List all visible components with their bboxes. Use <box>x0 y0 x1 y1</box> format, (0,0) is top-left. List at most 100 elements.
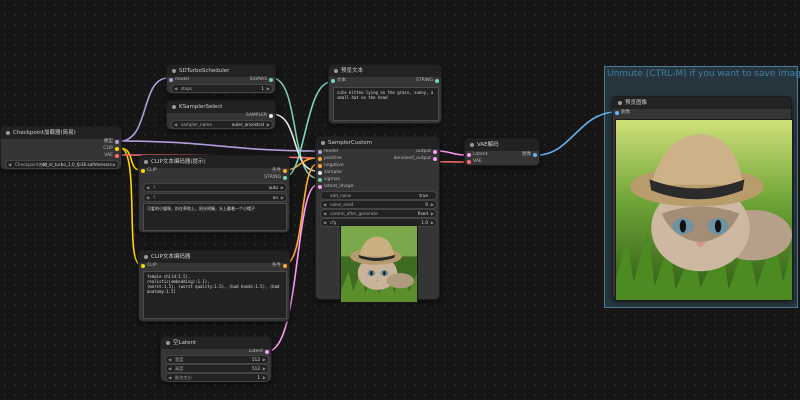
steps-widget[interactable]: ◀ steps 1 ▶ <box>171 84 273 93</box>
vae-dot-icon <box>467 160 471 164</box>
preview-image <box>615 119 793 301</box>
preview-text-node[interactable]: 预览文本 文本 STRING cute kitten lying on the … <box>328 64 442 124</box>
vae-dot-icon <box>115 154 119 158</box>
conditioning-dot-icon <box>318 157 322 161</box>
width-widget[interactable]: ◀ 宽度 512 ▶ <box>165 355 269 364</box>
add-noise-toggle[interactable]: add_noise true <box>320 191 437 200</box>
sampler-preview-image <box>340 225 418 303</box>
arrow-left-icon: ◀ <box>146 195 150 200</box>
clip-text-encode-node-1[interactable]: CLIP文本编码器(提示) CLIP 条件 STRING ◀ ? auto ▶ … <box>138 155 290 233</box>
arrow-right-icon: ▶ <box>262 357 266 362</box>
clip-text-encode-node-2[interactable]: CLIP文本编码器 CLIP 条件 female child:1.5), rea… <box>138 250 290 322</box>
ckpt-name-combo[interactable]: ◀ Checkpoint名称 sd_xl_turbo_1.0_fp16.safe… <box>5 160 119 169</box>
input-text[interactable]: 文本 <box>329 78 346 84</box>
arrow-right-icon: ▶ <box>280 185 284 190</box>
input-vae[interactable]: VAE <box>465 159 482 165</box>
arrow-right-icon: ▶ <box>430 220 434 225</box>
node-title: SamplerCustom <box>316 137 439 149</box>
arrow-left-icon: ◀ <box>168 366 172 371</box>
latent-dot-icon <box>265 350 269 354</box>
arrow-left-icon: ◀ <box>323 220 327 225</box>
arrow-right-icon: ▶ <box>430 202 434 207</box>
output-conditioning[interactable]: 条件 <box>272 263 289 269</box>
arrow-left-icon: ◀ <box>8 162 12 167</box>
vae-decode-node[interactable]: VAE解码 Latent VAE 图像 <box>464 138 540 166</box>
node-title: SDTurboScheduler <box>167 65 275 77</box>
model-dot-icon <box>169 78 173 82</box>
input-negative[interactable]: negative <box>316 163 344 169</box>
output-conditioning[interactable]: 条件 <box>272 168 289 174</box>
arrow-left-icon: ◀ <box>323 211 327 216</box>
sd-turbo-scheduler-node[interactable]: SDTurboScheduler model SIGMAS ◀ steps 1 … <box>166 64 276 94</box>
string-dot-icon <box>435 79 439 83</box>
input-latent[interactable]: Latent <box>465 152 487 158</box>
input-model[interactable]: model <box>316 149 338 155</box>
wire-model-to-sampler <box>119 140 318 152</box>
sampler-name-combo[interactable]: ◀ sampler_name euler_ancestral ▶ <box>171 120 273 129</box>
output-vae[interactable]: VAE <box>104 153 121 159</box>
latent-dot-icon <box>467 153 471 157</box>
input-model[interactable]: model <box>167 77 189 83</box>
arrow-left-icon: ◀ <box>174 122 178 127</box>
batch-size-widget[interactable]: ◀ 批次大小 1 ▶ <box>165 373 269 382</box>
empty-latent-node[interactable]: 空Latent Latent ◀ 宽度 512 ▶ ◀ 高度 512 ▶ ◀ 批… <box>160 336 272 382</box>
preview-text-area[interactable]: cute kitten lying on the grass, sunny, a… <box>333 87 439 121</box>
checkpoint-loader-node[interactable]: Checkpoint加载器(简易) 模型 CLIP VAE ◀ Checkpoi… <box>0 126 122 170</box>
wire-model-to-scheduler <box>119 77 169 142</box>
clip-dot-icon <box>141 264 145 268</box>
latent-dot-icon <box>433 150 437 154</box>
latent-dot-icon <box>318 185 322 189</box>
negative-prompt-text-area[interactable]: female child:1.5), realistic(embedding):… <box>143 271 287 319</box>
control-after-generate-combo[interactable]: ◀ control_after_generate fixed ▶ <box>320 209 437 218</box>
sampler-dot-icon <box>318 171 322 175</box>
node-title: Checkpoint加载器(简易) <box>1 127 121 139</box>
arrow-right-icon: ▶ <box>262 375 266 380</box>
arrow-left-icon: ◀ <box>146 185 150 190</box>
conditioning-dot-icon <box>318 164 322 168</box>
output-denoised[interactable]: denoised_output <box>393 156 439 162</box>
sampler-custom-node[interactable]: SamplerCustom model positive negative sa… <box>315 136 440 303</box>
node-title: VAE解码 <box>465 139 539 151</box>
input-sampler[interactable]: sampler <box>316 170 342 176</box>
node-title: 空Latent <box>161 337 271 349</box>
input-clip[interactable]: CLIP <box>139 263 157 269</box>
conditioning-dot-icon <box>283 264 287 268</box>
input-image[interactable]: 图像 <box>613 110 630 116</box>
output-sampler[interactable]: SAMPLER <box>246 113 275 119</box>
group-title: Unmute (CTRL-M) if you want to save imag… <box>607 69 800 79</box>
arrow-right-icon: ▶ <box>280 195 284 200</box>
height-widget[interactable]: ◀ 高度 512 ▶ <box>165 364 269 373</box>
string-dot-icon <box>283 176 287 180</box>
widget-2[interactable]: ◀ ? on ▶ <box>143 193 287 202</box>
arrow-right-icon: ▶ <box>112 162 116 167</box>
preview-image-node[interactable]: 预览图像 图像 <box>612 96 793 301</box>
string-dot-icon <box>331 79 335 83</box>
arrow-left-icon: ◀ <box>323 202 327 207</box>
clip-dot-icon <box>115 147 119 151</box>
input-sigmas[interactable]: sigmas <box>316 177 340 183</box>
output-output[interactable]: output <box>416 149 439 155</box>
output-string[interactable]: STRING <box>416 78 441 84</box>
input-clip[interactable]: CLIP <box>139 168 157 174</box>
output-image[interactable]: 图像 <box>522 152 539 158</box>
arrow-right-icon: ▶ <box>430 211 434 216</box>
node-title: KSamplerSelect <box>167 101 275 113</box>
sigmas-dot-icon <box>269 78 273 82</box>
input-positive[interactable]: positive <box>316 156 342 162</box>
wire-sampler-to-decode <box>437 150 467 156</box>
widget-1[interactable]: ◀ ? auto ▶ <box>143 183 287 192</box>
node-title: 预览图像 <box>613 97 791 109</box>
noise-seed-widget[interactable]: ◀ noise_seed 0 ▶ <box>320 200 437 209</box>
ksampler-select-node[interactable]: KSamplerSelect SAMPLER ◀ sampler_name eu… <box>166 100 276 130</box>
clip-dot-icon <box>141 169 145 173</box>
output-clip[interactable]: CLIP <box>103 146 121 152</box>
sampler-dot-icon <box>269 114 273 118</box>
node-title: CLIP文本编码器(提示) <box>139 156 289 168</box>
output-sigmas[interactable]: SIGMAS <box>250 77 276 83</box>
prompt-text-area[interactable]: 可爱的小猫咪，趴在草地上，阳光明媚，头上戴着一个小帽子 <box>143 203 287 231</box>
image-dot-icon <box>615 111 619 115</box>
model-dot-icon <box>115 140 119 144</box>
output-model[interactable]: 模型 <box>104 139 121 145</box>
input-latent-image[interactable]: latent_image <box>316 184 353 190</box>
output-string[interactable]: STRING <box>264 175 289 181</box>
